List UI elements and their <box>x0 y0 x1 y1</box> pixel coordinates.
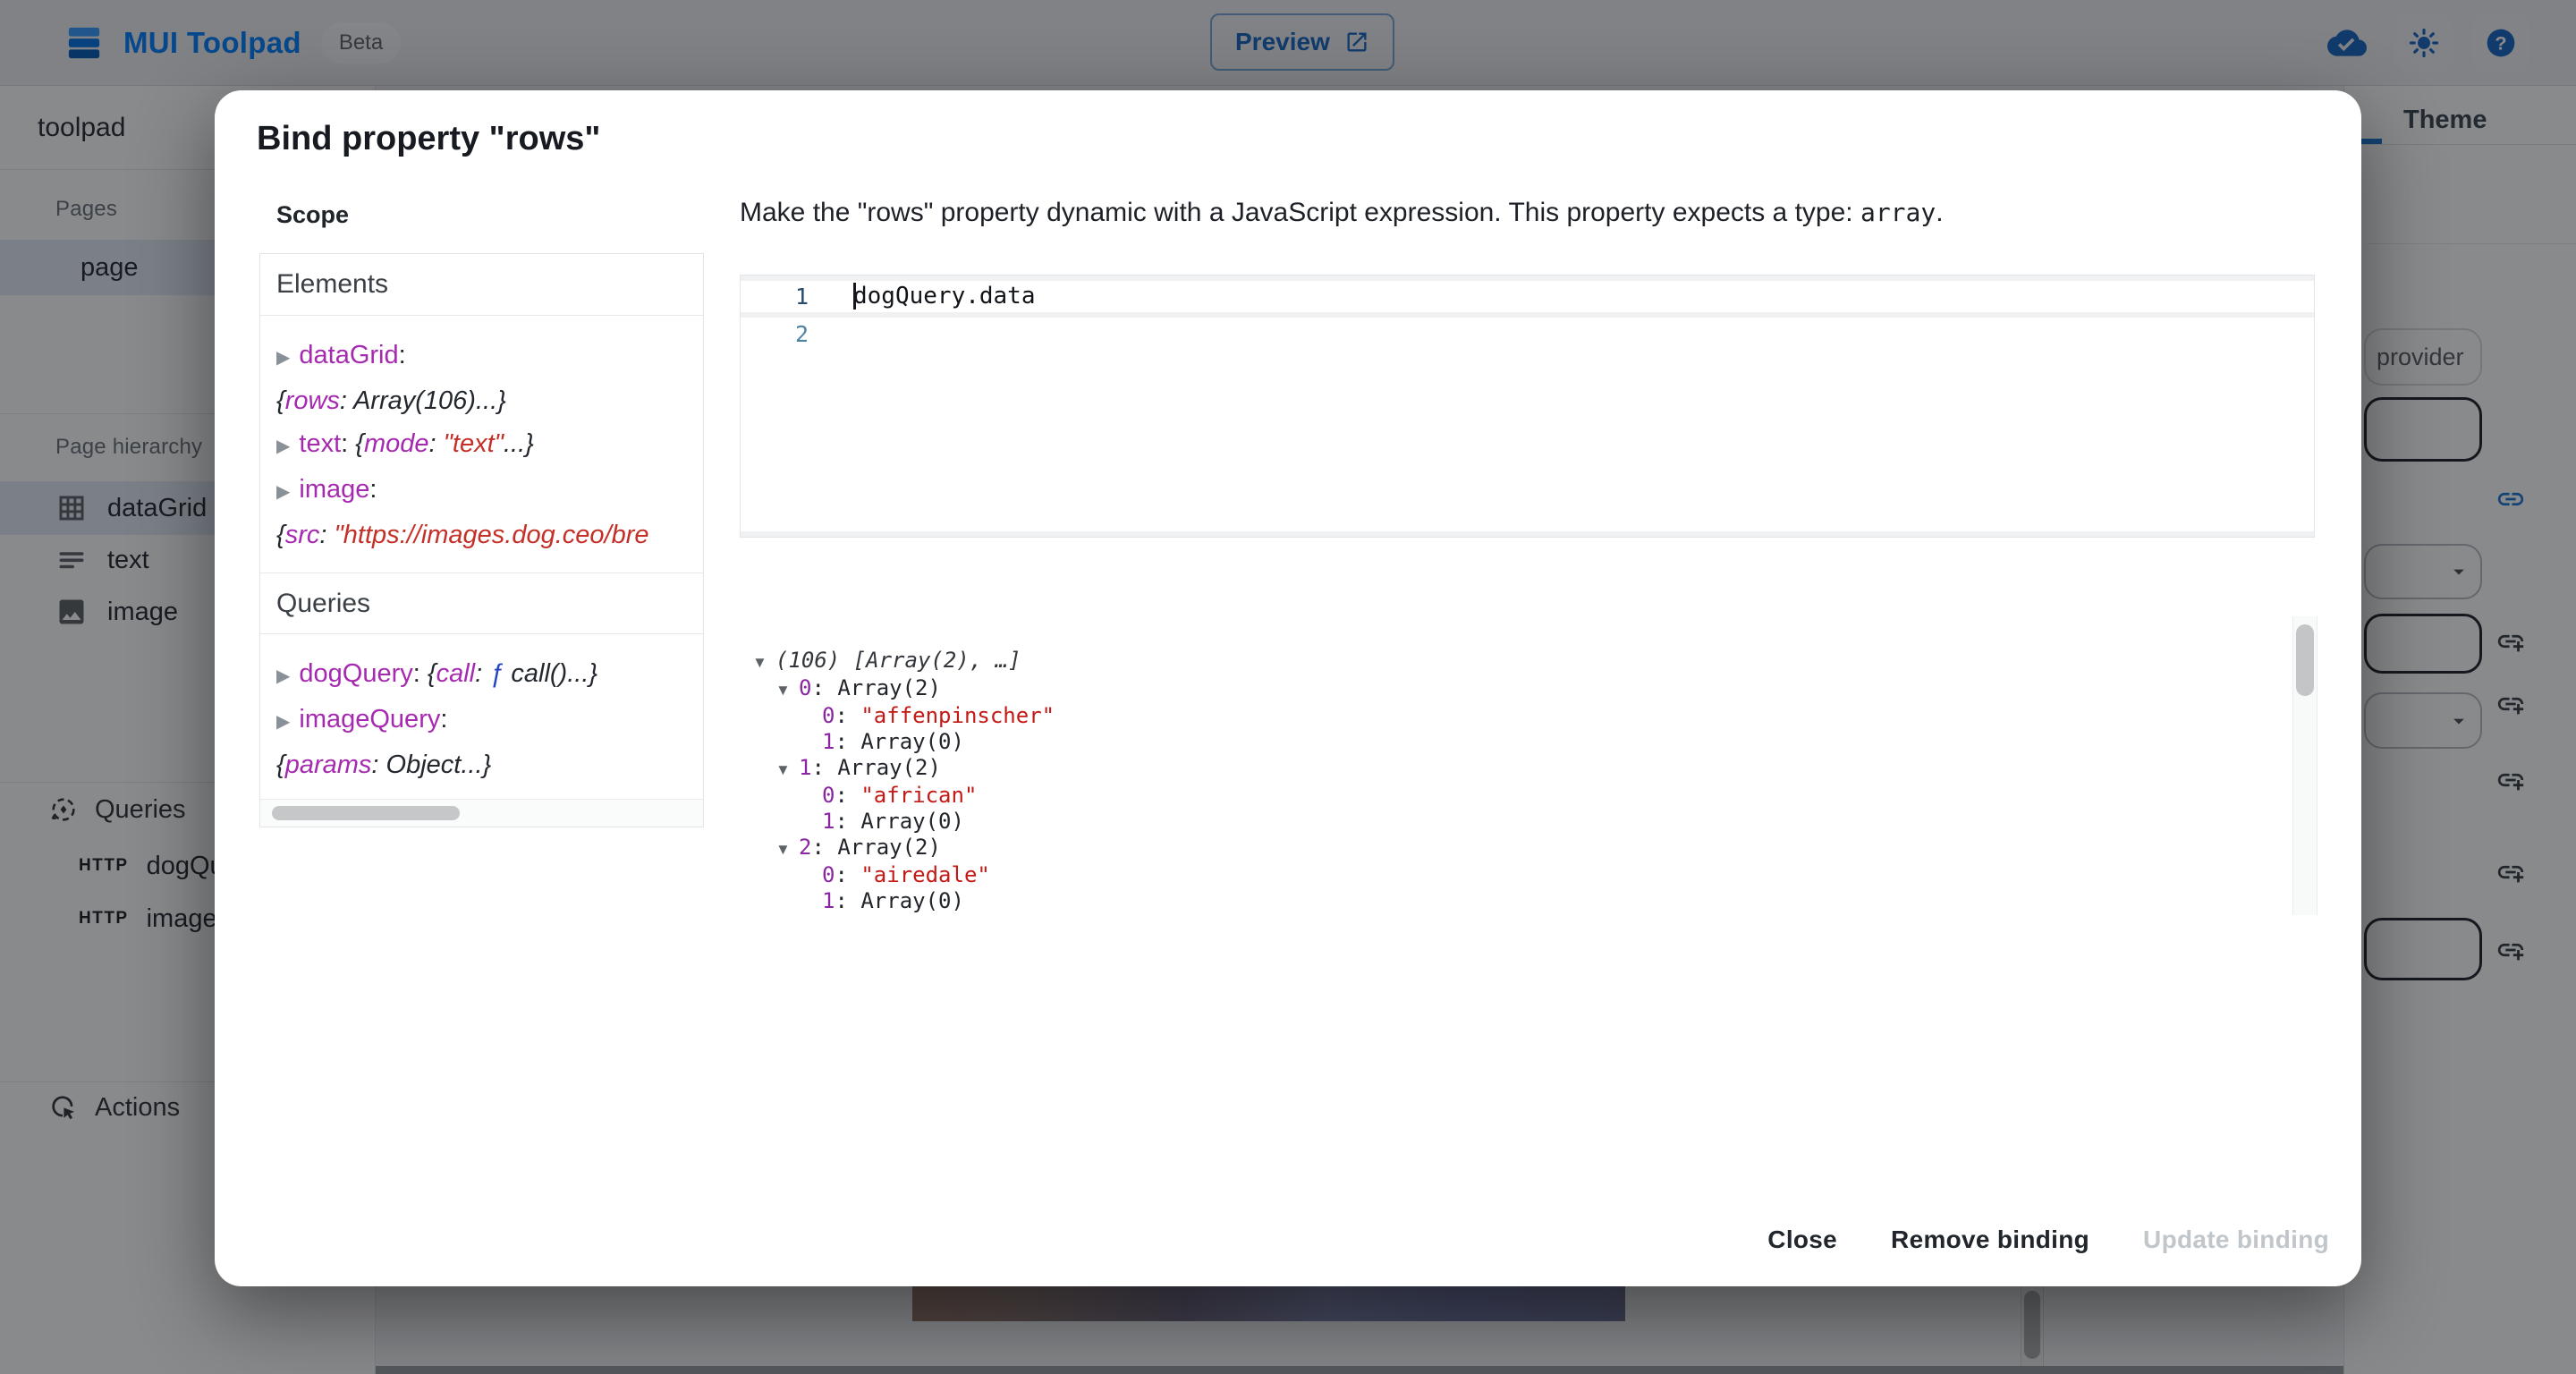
tree-row[interactable]: ▼1: Array(2) <box>740 755 2318 783</box>
expression-result-tree: ▼(106) [Array(2), …]▼0: Array(2)0: "affe… <box>740 616 2318 915</box>
tree-row[interactable]: 1: Array(0) <box>740 888 2318 914</box>
scope-horizontal-scrollbar[interactable] <box>260 799 703 827</box>
dialog-actions: Close Remove binding Update binding <box>1750 1215 2347 1265</box>
tree-scrollbar[interactable] <box>2292 616 2318 915</box>
scope-elements-header: Elements <box>260 254 703 316</box>
expression-editor[interactable]: 1 dogQuery.data 2 <box>740 275 2315 538</box>
line-number: 1 <box>741 284 809 310</box>
editor-line[interactable]: 2 <box>741 318 2314 350</box>
close-button[interactable]: Close <box>1750 1215 1855 1265</box>
scope-queries-header: Queries <box>260 572 703 634</box>
scope-tree-item[interactable]: ▶dogQuery: {call: ƒ call()...} <box>276 652 703 698</box>
expected-type: array <box>1860 198 1936 227</box>
line-number: 2 <box>741 321 809 347</box>
tree-row[interactable]: ▼0: Array(2) <box>740 675 2318 703</box>
tree-scrollbar-thumb[interactable] <box>2296 624 2314 696</box>
tree-row[interactable]: 1: Array(0) <box>740 809 2318 835</box>
scope-tree-item[interactable]: ▶image:{src: "https://images.dog.ceo/bre <box>276 468 703 556</box>
scope-label: Scope <box>276 201 349 229</box>
editor-padding <box>741 531 2314 537</box>
tree-row[interactable]: 0: "airedale" <box>740 862 2318 888</box>
editor-line[interactable]: 1 dogQuery.data <box>741 280 2314 312</box>
text-cursor <box>853 283 856 310</box>
tree-row[interactable]: ▼2: Array(2) <box>740 835 2318 862</box>
scope-scrollbar-thumb[interactable] <box>272 806 460 820</box>
scope-browser: Elements ▶dataGrid:{rows: Array(106)...}… <box>259 253 704 827</box>
remove-binding-button[interactable]: Remove binding <box>1873 1215 2107 1265</box>
scope-tree-item[interactable]: ▶text: {mode: "text"...} <box>276 422 703 468</box>
scope-queries-list: ▶dogQuery: {call: ƒ call()...}▶imageQuer… <box>260 634 703 802</box>
tree-row[interactable]: ▼(106) [Array(2), …] <box>740 648 2318 675</box>
scope-elements-list: ▶dataGrid:{rows: Array(106)...}▶text: {m… <box>260 316 703 572</box>
toolpad-app: MUI Toolpad Beta Preview <box>0 0 2576 1374</box>
scope-tree-item[interactable]: ▶dataGrid:{rows: Array(106)...} <box>276 334 703 422</box>
editor-code: dogQuery.data <box>853 283 1036 310</box>
dialog-title: Bind property "rows" <box>257 120 600 158</box>
tree-row[interactable]: ▼3: Array(2) <box>740 914 2318 915</box>
dialog-description: Make the "rows" property dynamic with a … <box>740 198 2332 228</box>
bind-property-dialog: Bind property "rows" Scope Elements ▶dat… <box>215 90 2361 1286</box>
tree-row[interactable]: 0: "african" <box>740 783 2318 809</box>
update-binding-button: Update binding <box>2125 1215 2347 1265</box>
tree-row[interactable]: 1: Array(0) <box>740 729 2318 755</box>
scope-tree-item[interactable]: ▶imageQuery:{params: Object...} <box>276 698 703 786</box>
tree-row[interactable]: 0: "affenpinscher" <box>740 703 2318 729</box>
